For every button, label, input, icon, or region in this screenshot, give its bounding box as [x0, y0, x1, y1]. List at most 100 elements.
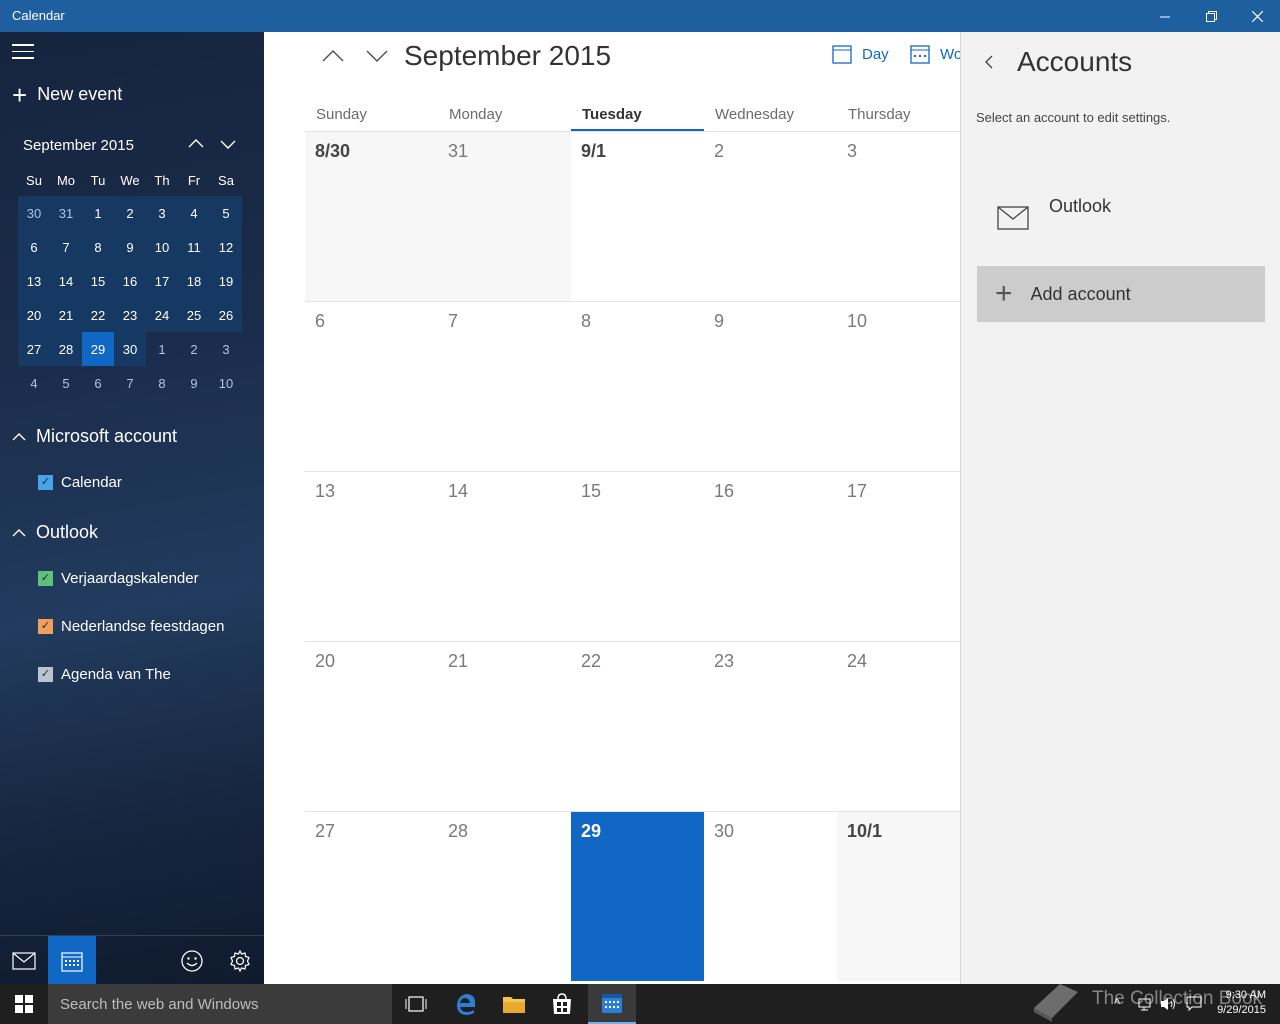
day-cell[interactable]: 10: [837, 301, 960, 471]
day-cell[interactable]: 27: [305, 811, 438, 981]
day-cell[interactable]: 6: [305, 301, 438, 471]
mini-calendar-day[interactable]: 14: [50, 264, 82, 298]
mini-calendar-day[interactable]: 10: [210, 366, 242, 400]
checkbox-checked-icon[interactable]: ✓: [38, 571, 53, 586]
windows-start-icon[interactable]: [0, 984, 48, 1024]
mini-calendar-day[interactable]: 30: [18, 196, 50, 230]
settings-gear-icon[interactable]: [216, 936, 264, 984]
calendar-app-icon[interactable]: [48, 936, 96, 984]
day-cell[interactable]: 9: [704, 301, 837, 471]
day-cell[interactable]: 8/30: [305, 131, 438, 301]
day-view-button[interactable]: Day: [832, 44, 889, 64]
mini-calendar-day[interactable]: 17: [146, 264, 178, 298]
mini-calendar-day[interactable]: 2: [178, 332, 210, 366]
task-view-icon[interactable]: [392, 984, 440, 1024]
mini-calendar-day[interactable]: 25: [178, 298, 210, 332]
day-cell[interactable]: 9/1: [571, 131, 704, 301]
mini-calendar-day[interactable]: 2: [114, 196, 146, 230]
mini-calendar-day[interactable]: 7: [50, 230, 82, 264]
mini-calendar-day[interactable]: 24: [146, 298, 178, 332]
calendar-item-verjaardagskalender[interactable]: ✓ Verjaardagskalender: [38, 570, 199, 587]
mini-calendar-day[interactable]: 21: [50, 298, 82, 332]
mini-calendar-day[interactable]: 9: [114, 230, 146, 264]
mini-calendar-day[interactable]: 15: [82, 264, 114, 298]
day-cell[interactable]: 21: [438, 641, 571, 811]
day-cell[interactable]: 28: [438, 811, 571, 981]
day-cell[interactable]: 8: [571, 301, 704, 471]
taskbar-clock[interactable]: 9:30 AM 9/29/2015: [1217, 988, 1266, 1018]
mini-calendar-day[interactable]: 7: [114, 366, 146, 400]
restore-button[interactable]: [1188, 0, 1234, 32]
mini-calendar-day[interactable]: 1: [82, 196, 114, 230]
back-arrow-icon[interactable]: [981, 54, 997, 70]
mini-calendar-day[interactable]: 29: [82, 332, 114, 366]
day-cell[interactable]: 15: [571, 471, 704, 641]
mini-calendar-day[interactable]: 20: [18, 298, 50, 332]
calendar-taskbar-icon[interactable]: [588, 984, 636, 1024]
mini-calendar-day[interactable]: 18: [178, 264, 210, 298]
store-icon[interactable]: [538, 984, 586, 1024]
tray-chevron-up-icon[interactable]: ^: [1114, 996, 1120, 1011]
chevron-up-icon[interactable]: [186, 134, 206, 154]
day-cell[interactable]: 24: [837, 641, 960, 811]
day-cell[interactable]: 17: [837, 471, 960, 641]
mini-calendar-day[interactable]: 16: [114, 264, 146, 298]
mini-calendar-day[interactable]: 31: [50, 196, 82, 230]
mini-calendar-day[interactable]: 22: [82, 298, 114, 332]
day-cell[interactable]: 30: [704, 811, 837, 981]
next-month-chevron-down-icon[interactable]: [365, 44, 389, 68]
mini-calendar-day[interactable]: 4: [18, 366, 50, 400]
add-account-button[interactable]: + Add account: [977, 266, 1265, 322]
day-cell[interactable]: 22: [571, 641, 704, 811]
mini-calendar-day[interactable]: 8: [82, 230, 114, 264]
day-cell[interactable]: 29: [571, 811, 704, 981]
mini-calendar-day[interactable]: 11: [178, 230, 210, 264]
day-cell[interactable]: 20: [305, 641, 438, 811]
checkbox-checked-icon[interactable]: ✓: [38, 619, 53, 634]
feedback-smiley-icon[interactable]: [168, 936, 216, 984]
checkbox-checked-icon[interactable]: ✓: [38, 475, 53, 490]
mini-calendar-day[interactable]: 6: [82, 366, 114, 400]
new-event-button[interactable]: + New event: [12, 82, 122, 108]
day-cell[interactable]: 10/1: [837, 811, 960, 981]
account-outlook[interactable]: Outlook: [977, 192, 1265, 248]
mini-calendar-day[interactable]: 26: [210, 298, 242, 332]
day-cell[interactable]: 14: [438, 471, 571, 641]
day-cell[interactable]: 31: [438, 131, 571, 301]
volume-icon[interactable]: [1160, 996, 1178, 1012]
mini-calendar-day[interactable]: 10: [146, 230, 178, 264]
mini-calendar-day[interactable]: 23: [114, 298, 146, 332]
mini-calendar-day[interactable]: 12: [210, 230, 242, 264]
taskbar-search-box[interactable]: Search the web and Windows: [48, 984, 392, 1024]
mini-calendar-day[interactable]: 3: [146, 196, 178, 230]
mini-calendar-day[interactable]: 4: [178, 196, 210, 230]
hamburger-menu-icon[interactable]: [12, 44, 34, 60]
mini-calendar-day[interactable]: 27: [18, 332, 50, 366]
mini-calendar-day[interactable]: 8: [146, 366, 178, 400]
day-cell[interactable]: 23: [704, 641, 837, 811]
previous-month-chevron-up-icon[interactable]: [321, 44, 345, 68]
work-week-view-button[interactable]: Wor: [910, 44, 960, 64]
close-button[interactable]: [1234, 0, 1280, 32]
network-icon[interactable]: [1138, 996, 1154, 1012]
file-explorer-icon[interactable]: [490, 984, 538, 1024]
mini-calendar-day[interactable]: 6: [18, 230, 50, 264]
mini-calendar-day[interactable]: 30: [114, 332, 146, 366]
group-microsoft-account[interactable]: Microsoft account: [12, 426, 177, 447]
mini-calendar-day[interactable]: 3: [210, 332, 242, 366]
mail-icon[interactable]: [0, 936, 48, 984]
day-cell[interactable]: 16: [704, 471, 837, 641]
mini-calendar-day[interactable]: 9: [178, 366, 210, 400]
mini-calendar-day[interactable]: 19: [210, 264, 242, 298]
mini-calendar-day[interactable]: 5: [50, 366, 82, 400]
edge-browser-icon[interactable]: [442, 984, 490, 1024]
day-cell[interactable]: 7: [438, 301, 571, 471]
minimize-button[interactable]: [1142, 0, 1188, 32]
calendar-item-agenda-van-the[interactable]: ✓ Agenda van The: [38, 666, 171, 683]
day-cell[interactable]: 3: [837, 131, 960, 301]
mini-calendar-day[interactable]: 13: [18, 264, 50, 298]
calendar-item-nederlandse-feestdagen[interactable]: ✓ Nederlandse feestdagen: [38, 618, 224, 635]
day-cell[interactable]: 2: [704, 131, 837, 301]
day-cell[interactable]: 13: [305, 471, 438, 641]
notifications-icon[interactable]: [1186, 996, 1202, 1012]
